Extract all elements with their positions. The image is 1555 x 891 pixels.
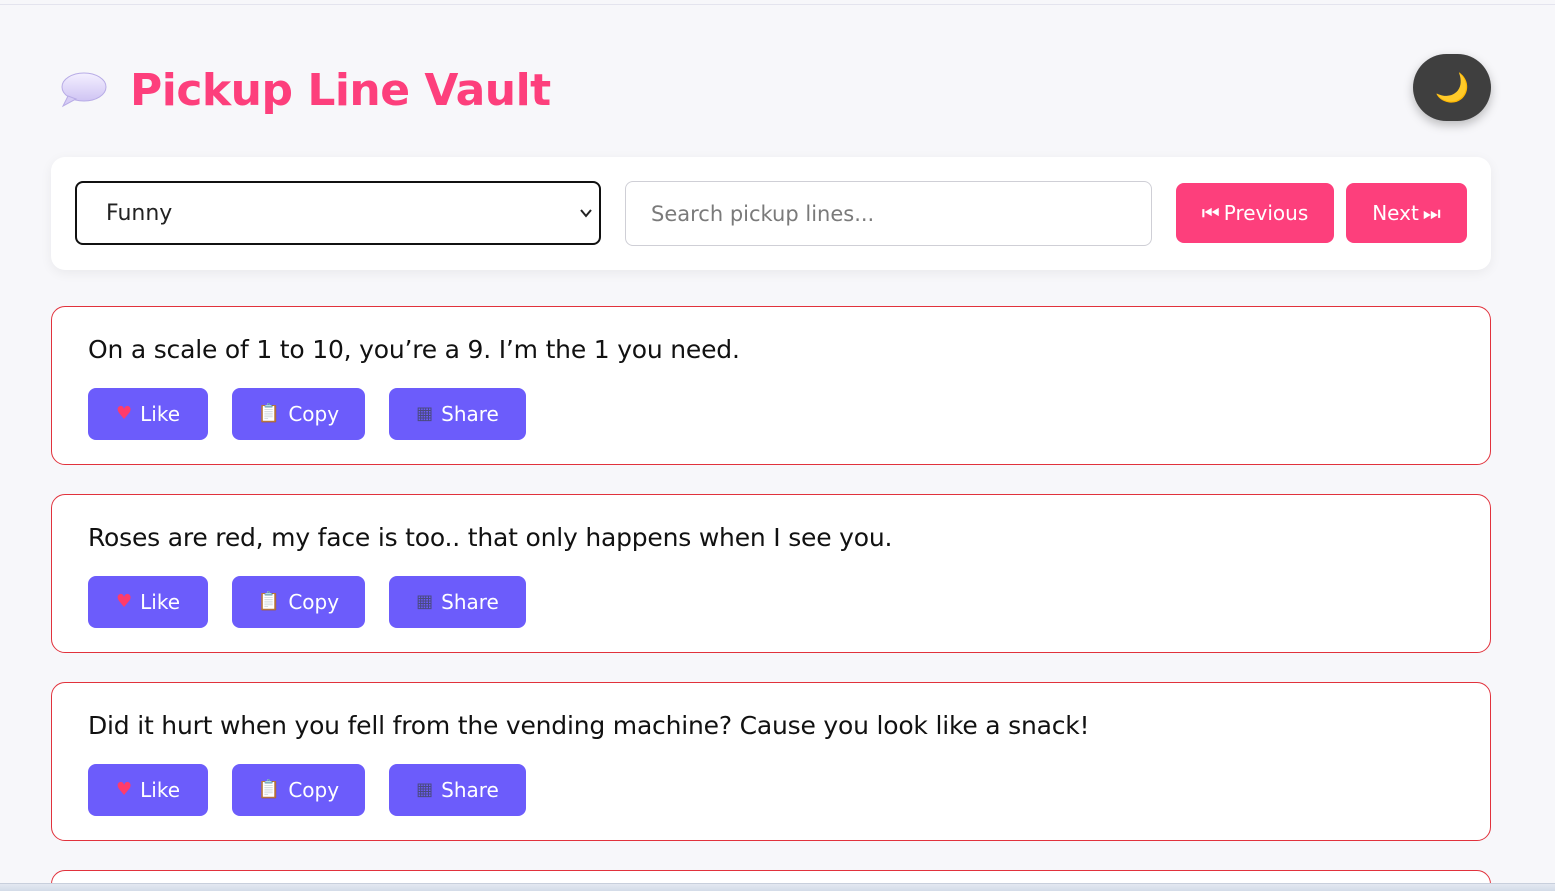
copy-label: Copy <box>288 590 340 614</box>
clipboard-icon: 📋 <box>257 779 281 800</box>
copy-button[interactable]: 📋 Copy <box>232 764 365 816</box>
share-label: Share <box>441 402 499 426</box>
heart-icon: ♥ <box>115 779 133 800</box>
next-label: Next <box>1372 201 1419 225</box>
pickup-line-card: Roses are red, my face is too.. that onl… <box>51 494 1491 653</box>
like-label: Like <box>140 590 180 614</box>
app-title: Pickup Line Vault <box>130 64 551 116</box>
share-label: Share <box>441 778 499 802</box>
pickup-line-text: On a scale of 1 to 10, you’re a 9. I’m t… <box>88 335 740 364</box>
copy-label: Copy <box>288 402 340 426</box>
heart-icon: ♥ <box>115 403 133 424</box>
previous-button[interactable]: ⏮ Previous <box>1176 183 1334 243</box>
next-button[interactable]: Next ⏭ <box>1346 183 1467 243</box>
clipboard-icon: 📋 <box>257 403 281 424</box>
pickup-line-card: Did it hurt when you fell from the vendi… <box>51 682 1491 841</box>
share-icon: ▦ <box>416 779 434 800</box>
like-label: Like <box>140 778 180 802</box>
search-input[interactable] <box>625 181 1152 246</box>
copy-label: Copy <box>288 778 340 802</box>
heart-icon: ♥ <box>115 591 133 612</box>
share-label: Share <box>441 590 499 614</box>
share-icon: ▦ <box>416 403 434 424</box>
category-selected-value: Funny <box>106 200 173 226</box>
pickup-line-card: On a scale of 1 to 10, you’re a 9. I’m t… <box>51 306 1491 465</box>
theme-toggle-button[interactable]: 🌙 <box>1413 54 1491 121</box>
next-icon: ⏭ <box>1422 201 1441 225</box>
category-select[interactable]: Funny <box>75 181 601 245</box>
like-label: Like <box>140 402 180 426</box>
clipboard-icon: 📋 <box>257 591 281 612</box>
copy-button[interactable]: 📋 Copy <box>232 576 365 628</box>
speech-bubble-icon <box>58 60 108 120</box>
window-top-border <box>0 0 1555 5</box>
app-header: Pickup Line Vault <box>58 60 551 120</box>
window-bottom-edge <box>0 883 1555 891</box>
previous-label: Previous <box>1223 201 1309 225</box>
chevron-down-icon <box>580 209 592 218</box>
like-button[interactable]: ♥ Like <box>88 388 208 440</box>
controls-panel: Funny ⏮ Previous Next ⏭ <box>51 157 1491 270</box>
pickup-line-text: Roses are red, my face is too.. that onl… <box>88 523 893 552</box>
share-icon: ▦ <box>416 591 434 612</box>
share-button[interactable]: ▦ Share <box>389 576 526 628</box>
moon-icon: 🌙 <box>1434 72 1470 103</box>
share-button[interactable]: ▦ Share <box>389 764 526 816</box>
copy-button[interactable]: 📋 Copy <box>232 388 365 440</box>
previous-icon: ⏮ <box>1201 201 1220 225</box>
share-button[interactable]: ▦ Share <box>389 388 526 440</box>
like-button[interactable]: ♥ Like <box>88 576 208 628</box>
pickup-line-text: Did it hurt when you fell from the vendi… <box>88 711 1090 740</box>
like-button[interactable]: ♥ Like <box>88 764 208 816</box>
